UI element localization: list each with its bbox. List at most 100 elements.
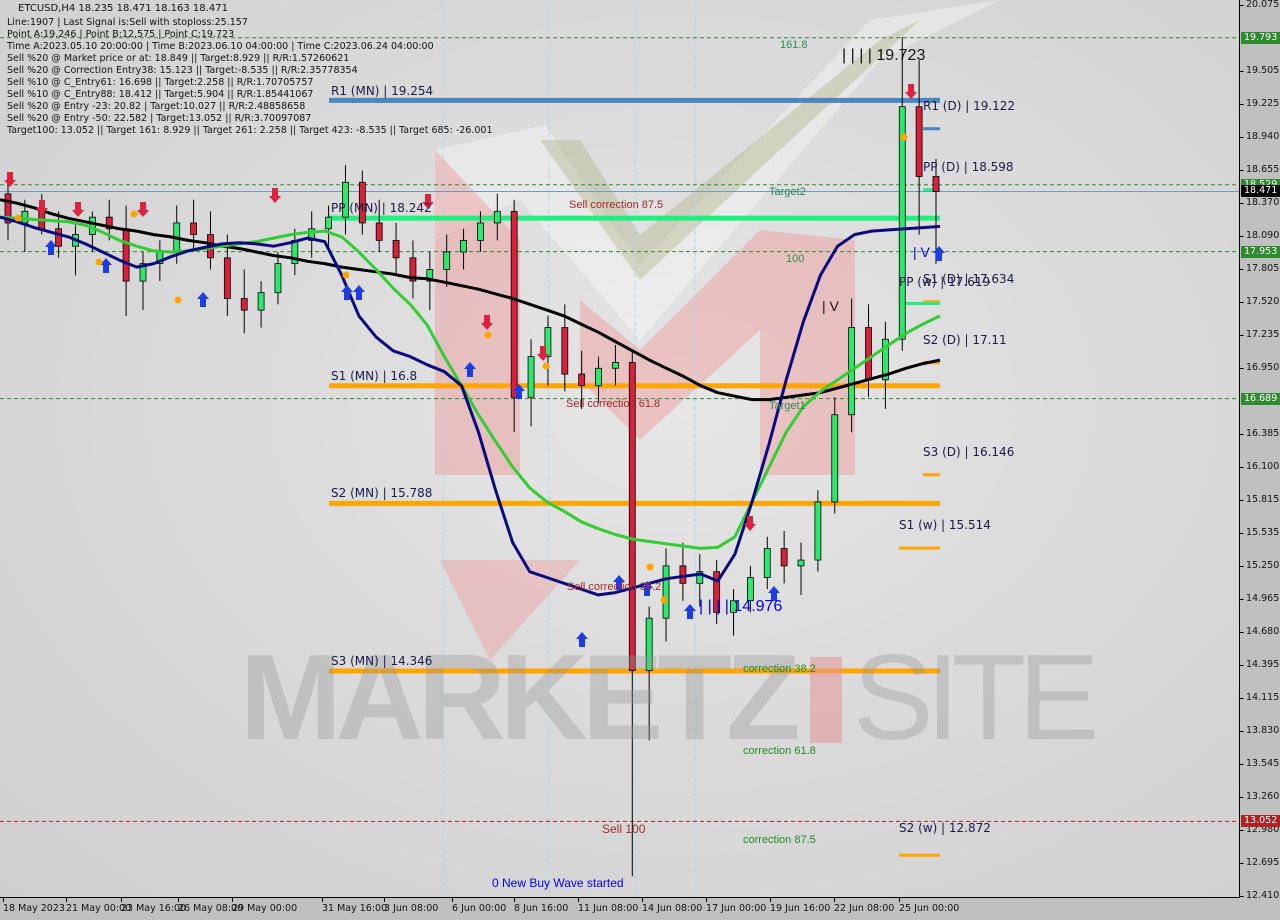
pivot-label-s2-d: S2 (D) | 17.11 [923,333,1007,347]
price-tick-label: 20.075 [1239,0,1280,10]
time-tick-label: 14 Jun 08:00 [642,898,703,914]
fib-100-label: 100 [786,253,805,265]
pivot-label-s1-w: S1 (w) | 15.514 [899,518,991,532]
time-tick-label: 6 Jun 00:00 [452,898,507,914]
sell-correction-618-label: Sell correction 61.8 [566,398,661,410]
time-tick-label: 25 Jun 00:00 [899,898,960,914]
pivot-label-s3-d: S3 (D) | 16.146 [923,445,1015,459]
pivot-label-s3-mn: S3 (MN) | 14.346 [331,654,433,668]
target2-label: Target2 [769,186,806,198]
candle-body [443,251,451,270]
info-line: Target100: 13.052 || Target 161: 8.929 |… [7,125,493,136]
candle-body [797,559,805,567]
price-tick-label: 14.395 [1239,659,1280,671]
sell-arrow-icon [72,202,84,217]
pivot-label-s2-mn: S2 (MN) | 15.788 [331,486,433,500]
info-line: Sell %20 @ Correction Entry38: 15.123 ||… [7,65,358,76]
sell-100-label: Sell 100 [602,822,646,836]
pivot-label-pp-mn: PP (MN) | 18.242 [331,201,432,215]
time-tick-label: 29 May 00:00 [232,898,298,914]
price-tick-label: 15.535 [1239,526,1280,538]
candle-body [561,327,569,375]
chart-window: MARKETZ SITE ETCUSD,H4 18.235 18.471 18.1… [0,0,1280,920]
sell-correction-875-label: Sell correction 87.5 [569,199,664,211]
price-tick-label: 13.830 [1239,724,1280,736]
info-line: Sell %20 @ Market price or at: 18.849 ||… [7,53,350,64]
wave-v-label: | V [913,244,930,260]
price-badge: 16.689 [1241,392,1280,405]
chart-plot-area[interactable]: MARKETZ SITE ETCUSD,H4 18.235 18.471 18.1… [0,0,1240,898]
correction-618-label: correction 61.8 [743,745,816,757]
signal-star-icon [660,596,668,604]
price-tick-label: 18.090 [1239,229,1280,241]
target1-label: Target1 [769,400,806,412]
price-tick-label: 18.655 [1239,164,1280,176]
price-tick-label: 18.940 [1239,130,1280,142]
candle-body [55,228,63,247]
buy-arrow-icon [353,285,365,300]
candle-body [493,210,501,224]
price-badge: 13.052 [1241,815,1280,828]
price-tick-label: 19.505 [1239,65,1280,77]
signal-star-icon [900,133,908,141]
price-axis[interactable]: 19.793 18.529 18.471 17.953 16.689 13.052 20.0… [1239,0,1280,920]
sell-arrow-icon [269,188,281,203]
price-tick-label: 16.950 [1239,362,1280,374]
candle-body [190,222,198,235]
time-tick-label: 17 Jun 00:00 [706,898,767,914]
price-tick-label: 15.250 [1239,559,1280,571]
info-line: Sell %20 @ Entry -23: 20.82 | Target:10.… [7,101,306,112]
price-tick-label: 12.410 [1239,890,1280,901]
pivot-label-s1-mn: S1 (MN) | 16.8 [331,369,418,383]
signal-star-icon [646,563,654,571]
pivot-label-r1-d: R1 (D) | 19.122 [923,99,1016,113]
price-tick-label: 17.805 [1239,262,1280,274]
wave-iv-label: | V [822,298,839,314]
candle-body [595,367,602,387]
sell-arrow-icon [905,84,917,99]
fib-161-label: 161.8 [780,39,808,51]
pivot-label-r1-mn: R1 (MN) | 19.254 [331,84,434,98]
candle-body [21,210,29,224]
candle-body [780,548,788,567]
price-tick-label: 15.815 [1239,494,1280,506]
candle-body [477,222,484,241]
time-tick-label: 19 Jun 16:00 [770,898,831,914]
info-line: Sell %20 @ Entry -50: 22.582 | Target:13… [7,113,312,124]
candle-body [274,263,282,294]
price-tick-label: 17.235 [1239,329,1280,341]
price-tick-label: 13.260 [1239,791,1280,803]
candle-body [932,176,940,192]
price-tick-label: 16.385 [1239,427,1280,439]
candle-body [679,565,687,584]
signal-star-icon [174,296,182,304]
candle-body [612,362,619,369]
signal-star-icon [130,210,138,218]
price-badge: 18.471 [1241,185,1280,198]
candle-body [814,501,822,561]
pivot-label-s2-w: S2 (w) | 12.872 [899,821,991,835]
signal-star-icon [484,331,492,339]
price-tick-label: 14.680 [1239,626,1280,638]
candle-body [257,292,265,311]
buy-arrow-icon [45,240,57,255]
info-line: Sell %10 @ C_Entry61: 16.698 || Target:2… [7,77,314,88]
candle-body [527,356,535,398]
pivot-label-pp-d: PP (D) | 18.598 [923,160,1014,174]
candle-body [122,228,130,282]
correction-875-label: correction 87.5 [743,834,816,846]
candle-body [915,106,923,177]
buy-arrow-icon [684,604,696,619]
buy-arrow-icon [933,246,945,261]
price-tick-label: 19.225 [1239,97,1280,109]
signal-star-icon [342,271,350,279]
info-line: Sell %10 @ C_Entry88: 18.412 || Target:5… [7,89,314,100]
candle-body [223,257,231,299]
info-line: Time A:2023.05.10 20:00:00 | Time B:2023… [7,41,434,52]
signal-star-icon [14,214,22,222]
candle-body [865,327,872,381]
candle-body [578,373,586,387]
correction-382-label: correction 38.2 [743,663,816,675]
time-tick-label: 31 May 16:00 [322,898,388,914]
sell-correction-382-label: Sell correction 38.2 [567,581,662,593]
